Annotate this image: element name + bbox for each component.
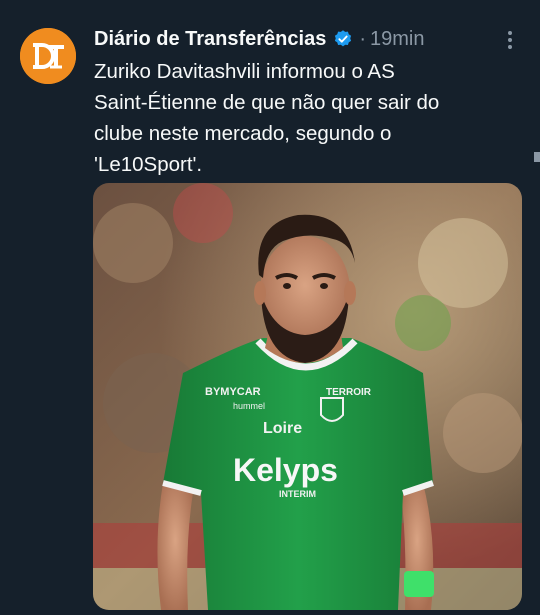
shirt-sleeve-sponsor: Loire	[263, 420, 302, 437]
author-avatar[interactable]	[20, 28, 76, 84]
shirt-sponsor-sub: INTERIM	[279, 489, 316, 499]
verified-badge-icon	[335, 30, 352, 47]
more-vertical-icon[interactable]	[502, 28, 518, 52]
header-separator: ·	[359, 27, 366, 50]
tweet-card[interactable]: Diário de Transferências · 19min Zuriko …	[0, 0, 540, 615]
tweet-timestamp[interactable]: 19min	[370, 28, 424, 51]
player-photo-image: BYMYCAR TERROIR hummel Loire Kelyps INTE…	[93, 183, 522, 610]
shirt-brand: hummel	[233, 401, 265, 411]
shirt-sponsor: Kelyps	[233, 452, 338, 488]
tweet-text: Zuriko Davitashvili informou o AS Saint-…	[94, 56, 514, 180]
tweet-text-line: Saint-Étienne de que não quer sair do	[94, 91, 440, 114]
tweet-photo[interactable]: BYMYCAR TERROIR hummel Loire Kelyps INTE…	[93, 183, 522, 610]
tweet-text-line: clube neste mercado, segundo o	[94, 122, 392, 145]
tweet-text-line: 'Le10Sport'.	[94, 153, 203, 176]
tweet-text-line: Zuriko Davitashvili informou o AS	[94, 60, 395, 83]
shirt-left-logo: BYMYCAR	[205, 386, 261, 398]
avatar-logo-icon	[20, 28, 76, 84]
author-name[interactable]: Diário de Transferências	[94, 28, 326, 51]
tweet-header: Diário de Transferências · 19min	[94, 26, 524, 52]
scrollbar-thumb[interactable]	[534, 152, 540, 162]
shirt-club-text: TERROIR	[326, 387, 372, 398]
